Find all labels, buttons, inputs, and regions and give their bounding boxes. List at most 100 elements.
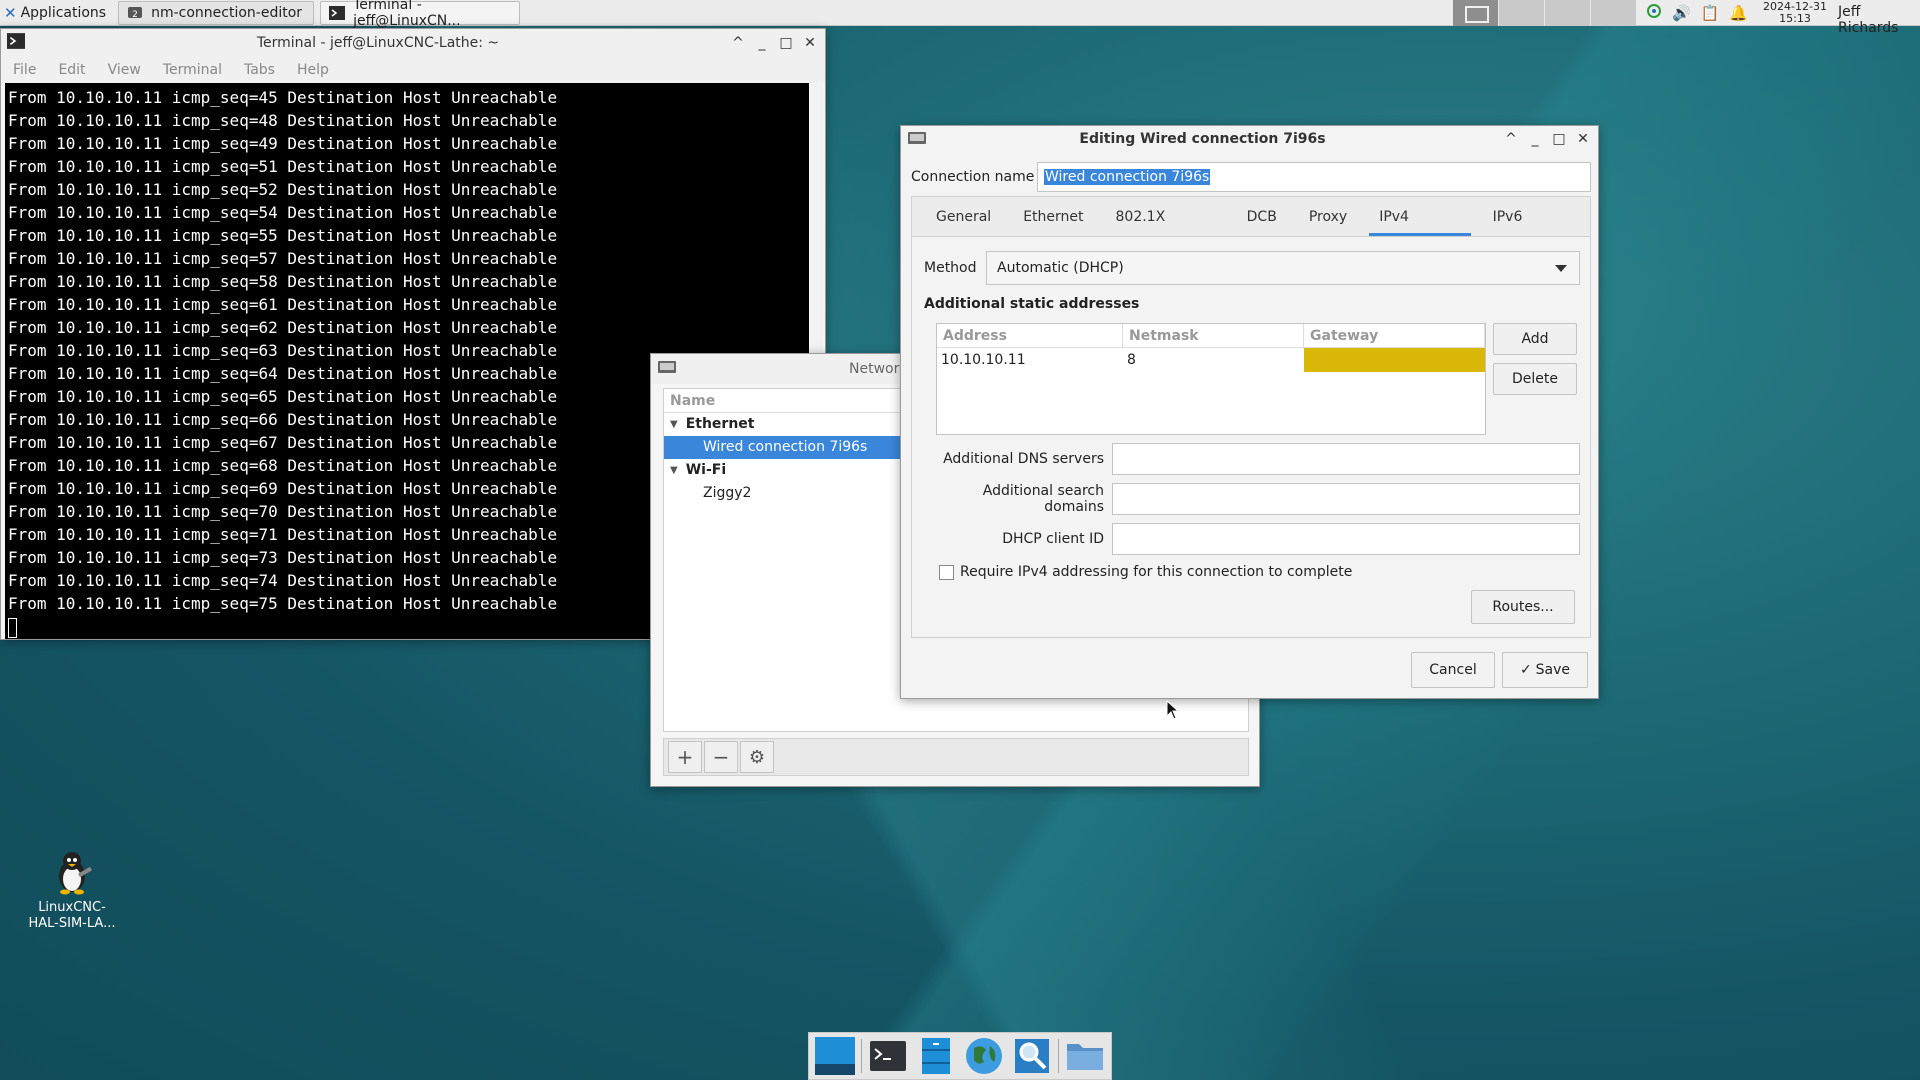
clock[interactable]: 2024-12-31 15:13 bbox=[1762, 1, 1828, 25]
workspace-3[interactable] bbox=[1544, 0, 1590, 26]
group-label: Wi-Fi bbox=[685, 462, 727, 478]
terminal-line: From 10.10.10.11 icmp_seq=48 Destination… bbox=[8, 111, 558, 130]
menu-file[interactable]: File bbox=[13, 62, 36, 78]
column-header-address[interactable]: Address bbox=[937, 324, 1123, 347]
dns-row: Additional DNS servers bbox=[924, 443, 1580, 475]
column-header-netmask[interactable]: Netmask bbox=[1123, 324, 1304, 347]
terminal-line: From 10.10.10.11 icmp_seq=52 Destination… bbox=[8, 180, 558, 199]
applications-menu[interactable]: ✕ Applications bbox=[0, 0, 112, 26]
require-ipv4-label: Require IPv4 addressing for this connect… bbox=[960, 564, 1353, 580]
expander-icon[interactable]: ▼ bbox=[670, 459, 678, 482]
mouse-pointer-icon bbox=[1166, 700, 1180, 720]
top-panel: ✕ Applications 2 nm-connection-editor Te… bbox=[0, 0, 1920, 36]
notification-bell-icon[interactable]: 🔔 bbox=[1729, 4, 1748, 22]
workspace-1[interactable] bbox=[1452, 0, 1498, 26]
add-connection-button[interactable]: + bbox=[668, 741, 702, 773]
dock-file-manager[interactable] bbox=[912, 1034, 960, 1078]
desktop-launcher-linuxcnc[interactable]: LinuxCNC- HAL-SIM-LA... bbox=[20, 848, 124, 932]
netmask-cell[interactable]: 8 bbox=[1123, 348, 1304, 372]
dock-terminal[interactable] bbox=[864, 1034, 912, 1078]
method-select[interactable]: Automatic (DHCP) bbox=[986, 251, 1580, 285]
tab-8021x-security[interactable]: 802.1X Security bbox=[1100, 198, 1231, 263]
tab-general[interactable]: General bbox=[920, 198, 1007, 236]
close-button[interactable]: ✕ bbox=[1576, 131, 1590, 147]
network-status-icon[interactable] bbox=[1646, 3, 1662, 23]
tab-ethernet[interactable]: Ethernet bbox=[1007, 198, 1099, 236]
launcher-label-line2: HAL-SIM-LA... bbox=[28, 916, 116, 931]
window-title: Terminal - jeff@LinuxCNC-Lathe: ~ bbox=[256, 35, 500, 51]
gateway-cell[interactable] bbox=[1304, 348, 1485, 372]
dhcp-client-id-label: DHCP client ID bbox=[1002, 531, 1104, 547]
search-domains-row: Additional search domains bbox=[924, 483, 1580, 515]
tab-ipv6-settings[interactable]: IPv6 Settings bbox=[1477, 198, 1590, 263]
menu-edit[interactable]: Edit bbox=[58, 62, 85, 78]
terminal-titlebar[interactable]: Terminal - jeff@LinuxCNC-Lathe: ~ ^ _ □ … bbox=[1, 29, 825, 57]
close-button[interactable]: ✕ bbox=[803, 35, 817, 51]
gear-icon: ⚙ bbox=[748, 746, 766, 768]
search-domains-input[interactable] bbox=[1112, 483, 1580, 515]
dialog-titlebar[interactable]: Editing Wired connection 7i96s ^ _ □ ✕ bbox=[901, 126, 1598, 152]
dock-folder[interactable] bbox=[1061, 1034, 1109, 1078]
dock-web-browser[interactable] bbox=[960, 1034, 1008, 1078]
table-row[interactable]: 10.10.10.11 8 bbox=[937, 348, 1485, 372]
address-cell[interactable]: 10.10.10.11 bbox=[937, 348, 1123, 372]
dns-servers-input[interactable] bbox=[1112, 443, 1580, 475]
menu-tabs[interactable]: Tabs bbox=[244, 62, 275, 78]
taskbar-button-nm-connection-editor[interactable]: 2 nm-connection-editor bbox=[118, 0, 315, 25]
minimize-button[interactable]: _ bbox=[1528, 131, 1542, 147]
network-editor-icon bbox=[657, 360, 677, 380]
cancel-button[interactable]: Cancel bbox=[1411, 652, 1495, 688]
edit-connection-dialog: Editing Wired connection 7i96s ^ _ □ ✕ C… bbox=[900, 125, 1599, 699]
edit-connection-button[interactable]: ⚙ bbox=[740, 741, 774, 773]
clock-time: 15:13 bbox=[1779, 12, 1811, 25]
workspace-2[interactable] bbox=[1498, 0, 1544, 26]
terminal-line: From 10.10.10.11 icmp_seq=49 Destination… bbox=[8, 134, 558, 153]
terminal-line: From 10.10.10.11 icmp_seq=45 Destination… bbox=[8, 88, 558, 107]
taskbar-label: nm-connection-editor bbox=[151, 4, 303, 21]
user-menu[interactable]: Jeff Richards bbox=[1838, 4, 1920, 36]
dock-show-desktop[interactable] bbox=[811, 1034, 859, 1078]
dialog-title: Editing Wired connection 7i96s bbox=[1079, 131, 1326, 147]
shade-button[interactable]: ^ bbox=[1504, 131, 1518, 147]
terminal-line: From 10.10.10.11 icmp_seq=62 Destination… bbox=[8, 318, 558, 337]
svg-text:2: 2 bbox=[132, 10, 138, 20]
dhcp-client-id-input[interactable] bbox=[1112, 523, 1580, 555]
delete-address-button[interactable]: Delete bbox=[1493, 363, 1577, 395]
menu-terminal[interactable]: Terminal bbox=[163, 62, 222, 78]
dns-label: Additional DNS servers bbox=[943, 451, 1104, 467]
tab-proxy[interactable]: Proxy bbox=[1293, 198, 1363, 236]
volume-icon[interactable]: 🔊 bbox=[1672, 4, 1691, 22]
network-editor-icon bbox=[907, 131, 927, 151]
require-ipv4-option[interactable]: Require IPv4 addressing for this connect… bbox=[939, 564, 1352, 580]
add-address-button[interactable]: Add bbox=[1493, 323, 1577, 355]
expander-icon[interactable]: ▼ bbox=[670, 413, 678, 436]
add-icon: + bbox=[676, 745, 694, 769]
menu-view[interactable]: View bbox=[108, 62, 141, 78]
save-label: Save bbox=[1535, 662, 1571, 678]
column-header-gateway[interactable]: Gateway bbox=[1304, 324, 1485, 347]
settings-tabs: General Ethernet 802.1X Security DCB Pro… bbox=[911, 196, 1591, 263]
applications-label: Applications bbox=[20, 4, 107, 21]
network-editor-icon: 2 bbox=[127, 5, 143, 21]
static-address-table: Address Netmask Gateway 10.10.10.11 8 bbox=[936, 323, 1486, 435]
save-button[interactable]: ✓ Save bbox=[1502, 652, 1588, 688]
terminal-icon bbox=[7, 32, 25, 54]
connection-name-input[interactable]: Wired connection 7i96s bbox=[1037, 162, 1591, 192]
tab-ipv4-settings[interactable]: IPv4 Settings bbox=[1363, 198, 1476, 263]
taskbar-button-terminal[interactable]: Terminal - jeff@LinuxCN... bbox=[320, 0, 521, 29]
maximize-button[interactable]: □ bbox=[779, 35, 793, 51]
workspace-4[interactable] bbox=[1590, 0, 1636, 26]
routes-button[interactable]: Routes... bbox=[1471, 590, 1575, 624]
terminal-line: From 10.10.10.11 icmp_seq=54 Destination… bbox=[8, 203, 558, 222]
menu-help[interactable]: Help bbox=[297, 62, 329, 78]
remove-connection-button[interactable]: − bbox=[704, 741, 738, 773]
require-ipv4-checkbox[interactable] bbox=[939, 564, 954, 580]
maximize-button[interactable]: □ bbox=[1552, 131, 1566, 147]
clipboard-icon[interactable]: 📋 bbox=[1701, 4, 1720, 22]
minimize-button[interactable]: _ bbox=[755, 35, 769, 51]
dock-search[interactable] bbox=[1008, 1034, 1056, 1078]
terminal-line: From 10.10.10.11 icmp_seq=55 Destination… bbox=[8, 226, 558, 245]
dock bbox=[808, 1032, 1112, 1080]
shade-button[interactable]: ^ bbox=[731, 35, 745, 51]
tab-dcb[interactable]: DCB bbox=[1231, 198, 1293, 236]
